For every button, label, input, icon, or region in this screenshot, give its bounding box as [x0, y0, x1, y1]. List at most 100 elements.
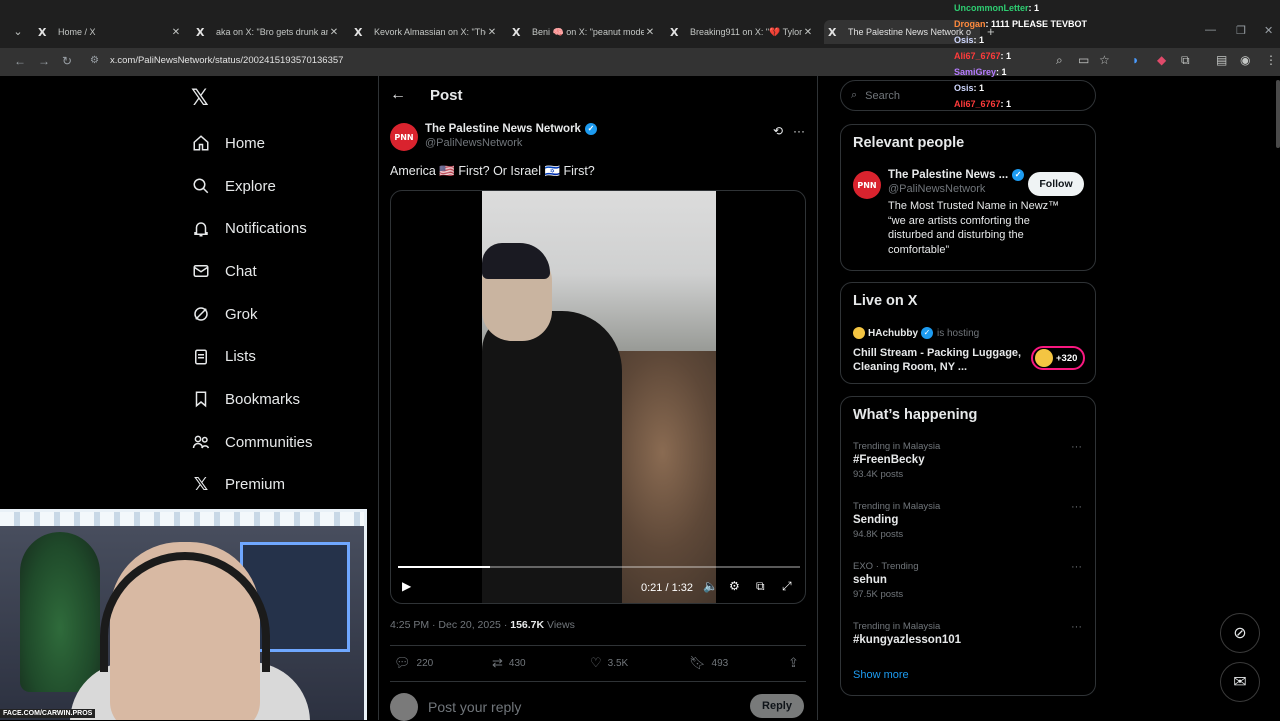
- reply-composer[interactable]: Post your reply: [390, 693, 521, 721]
- share-action[interactable]: ⇪: [788, 655, 805, 671]
- nav-item-explore[interactable]: Explore: [190, 165, 313, 208]
- repost-action[interactable]: ⇄ 430: [492, 655, 526, 671]
- trend-category: Trending in Malaysia: [853, 621, 941, 632]
- browser-tab[interactable]: X Beni 🧠 on X: "peanut mode h ✕: [508, 20, 660, 44]
- trend-item[interactable]: Trending in Malaysia #kungyazlesson101: [853, 621, 961, 646]
- settings-gear-icon[interactable]: ⚙: [729, 579, 740, 593]
- like-action[interactable]: ♡ 3.5K: [590, 655, 628, 671]
- more-options-icon[interactable]: ···: [1071, 621, 1082, 633]
- close-icon[interactable]: ✕: [486, 27, 498, 38]
- chat-text: : 1111 PLEASE TEVBOT: [985, 19, 1088, 29]
- follow-button[interactable]: Follow: [1028, 172, 1084, 196]
- messages-fab-icon[interactable]: ✉: [1220, 662, 1260, 702]
- browser-tab[interactable]: X aka on X: "Bro gets drunk and p ✕: [192, 20, 344, 44]
- x-logo-icon[interactable]: 𝕏: [191, 86, 209, 111]
- live-listeners-badge[interactable]: +320: [1031, 346, 1085, 370]
- video-player[interactable]: ▶ 0:21 / 1:32 🔈 ⚙ ⧉ ⤢: [390, 190, 806, 604]
- nav-item-home[interactable]: Home: [190, 122, 313, 165]
- volume-icon[interactable]: 🔈: [703, 579, 718, 593]
- forward-icon[interactable]: →: [38, 54, 50, 68]
- author-handle[interactable]: @PaliNewsNetwork: [425, 137, 597, 149]
- fullscreen-icon[interactable]: ⤢: [782, 579, 792, 594]
- video-progress-bar[interactable]: [398, 566, 800, 568]
- nav-item-bookmarks[interactable]: Bookmarks: [190, 378, 313, 421]
- avatar[interactable]: PNN: [390, 123, 418, 151]
- search-icon: ⌕: [851, 89, 858, 101]
- trend-item[interactable]: EXO · Trending sehun 97.5K posts: [853, 561, 918, 600]
- grok-fab-icon[interactable]: ⊘: [1220, 613, 1260, 653]
- reply-action[interactable]: 💬︎ 220: [394, 655, 433, 671]
- reply-button[interactable]: Reply: [750, 694, 804, 718]
- back-icon[interactable]: ←: [14, 54, 26, 68]
- relevant-people-card: Relevant people PNN The Palestine News .…: [840, 124, 1096, 271]
- browser-menu-icon[interactable]: ⋮: [1265, 53, 1277, 67]
- home-icon: [190, 132, 212, 154]
- browser-tab[interactable]: X Kevork Almassian on X: "The Jo ✕: [350, 20, 502, 44]
- restore-icon[interactable]: ❐: [1236, 24, 1246, 37]
- reply-input[interactable]: Post your reply: [428, 699, 521, 715]
- avatar[interactable]: PNN: [853, 171, 881, 199]
- trend-name: #kungyazlesson101: [853, 634, 962, 646]
- picture-in-picture-icon[interactable]: ⧉: [756, 579, 765, 594]
- browser-tab[interactable]: X Breaking911 on X: "💔 Tylor Ch ✕: [666, 20, 818, 44]
- more-options-icon[interactable]: ···: [1071, 561, 1082, 573]
- grok-icon[interactable]: ⟲: [773, 124, 783, 138]
- play-icon[interactable]: ▶: [402, 579, 411, 593]
- back-arrow-icon[interactable]: ←: [390, 86, 406, 104]
- x-logo-icon: X: [512, 25, 521, 39]
- more-options-icon[interactable]: ···: [793, 124, 805, 138]
- reload-icon[interactable]: ↻: [62, 54, 72, 68]
- trend-item[interactable]: Trending in Malaysia #FreenBecky 93.4K p…: [853, 441, 940, 480]
- trend-item[interactable]: Trending in Malaysia Sending 94.8K posts: [853, 501, 940, 540]
- bell-icon: [190, 218, 212, 240]
- post-timestamp[interactable]: 4:25 PM · Dec 20, 2025 ·: [390, 619, 510, 631]
- more-options-icon[interactable]: ···: [1071, 441, 1082, 453]
- chat-message: SamiGrey: 1: [954, 64, 1087, 80]
- host-avatar: [853, 327, 865, 339]
- nav-label: Premium: [225, 476, 286, 494]
- nav-item-premium[interactable]: 𝕏 Premium: [190, 464, 313, 507]
- chat-username: SamiGrey: [954, 67, 997, 77]
- live-host[interactable]: HAchubby ✓ is hosting: [853, 327, 979, 339]
- nav-item-chat[interactable]: Chat: [190, 250, 313, 293]
- more-options-icon[interactable]: ···: [1071, 501, 1082, 513]
- side-panel-icon[interactable]: ▤: [1216, 53, 1227, 67]
- close-icon[interactable]: ✕: [170, 27, 182, 38]
- minimize-icon[interactable]: —: [1205, 24, 1216, 36]
- hosting-label: is hosting: [937, 327, 980, 339]
- url-field[interactable]: x.com/PaliNewsNetwork/status/20024151935…: [110, 55, 343, 66]
- tab-title: Kevork Almassian on X: "The Jo: [374, 27, 486, 37]
- bookmark-count: 493: [711, 657, 729, 669]
- nav-item-communities[interactable]: Communities: [190, 421, 313, 464]
- bookmark-star-icon[interactable]: ☆: [1099, 53, 1110, 67]
- nav-item-notifications[interactable]: Notifications: [190, 207, 313, 250]
- chat-message: Osis: 1: [954, 32, 1087, 48]
- extension-icon[interactable]: ◗: [1132, 53, 1139, 67]
- show-more-link[interactable]: Show more: [853, 669, 909, 681]
- tab-search-dropdown-icon[interactable]: ⌄: [10, 24, 26, 40]
- nav-item-lists[interactable]: Lists: [190, 335, 313, 378]
- card-title: Relevant people: [853, 135, 965, 151]
- close-icon[interactable]: ✕: [802, 27, 814, 38]
- extensions-puzzle-icon[interactable]: ⧉: [1181, 53, 1190, 68]
- post-meta: 4:25 PM · Dec 20, 2025 · 156.7K Views: [390, 619, 575, 631]
- site-info-icon[interactable]: ⚙: [90, 55, 99, 66]
- author-name-row[interactable]: The Palestine News Network ✓: [425, 123, 597, 135]
- person-name[interactable]: The Palestine News ...: [888, 169, 1008, 181]
- scrollbar[interactable]: [1276, 80, 1280, 148]
- browser-tab[interactable]: X Home / X ✕: [34, 20, 186, 44]
- live-stream-title[interactable]: Chill Stream - Packing Luggage, Cleaning…: [853, 346, 1023, 374]
- profile-avatar-icon[interactable]: ◉: [1240, 53, 1250, 67]
- close-icon[interactable]: ✕: [644, 27, 656, 38]
- nav-item-grok[interactable]: Grok: [190, 293, 313, 336]
- post-author[interactable]: PNN The Palestine News Network ✓ @PaliNe…: [390, 123, 597, 151]
- verified-badge-icon: ✓: [584, 123, 597, 135]
- extension-icon[interactable]: ◆: [1157, 53, 1166, 67]
- close-icon[interactable]: ✕: [328, 27, 340, 38]
- host-name[interactable]: HAchubby: [868, 328, 918, 339]
- list-icon: [190, 346, 212, 368]
- bookmark-action[interactable]: 🔖︎ 493: [689, 655, 728, 671]
- video-frame[interactable]: [482, 191, 716, 603]
- window-close-icon[interactable]: ✕: [1264, 24, 1273, 37]
- author-name[interactable]: The Palestine News Network: [425, 123, 581, 135]
